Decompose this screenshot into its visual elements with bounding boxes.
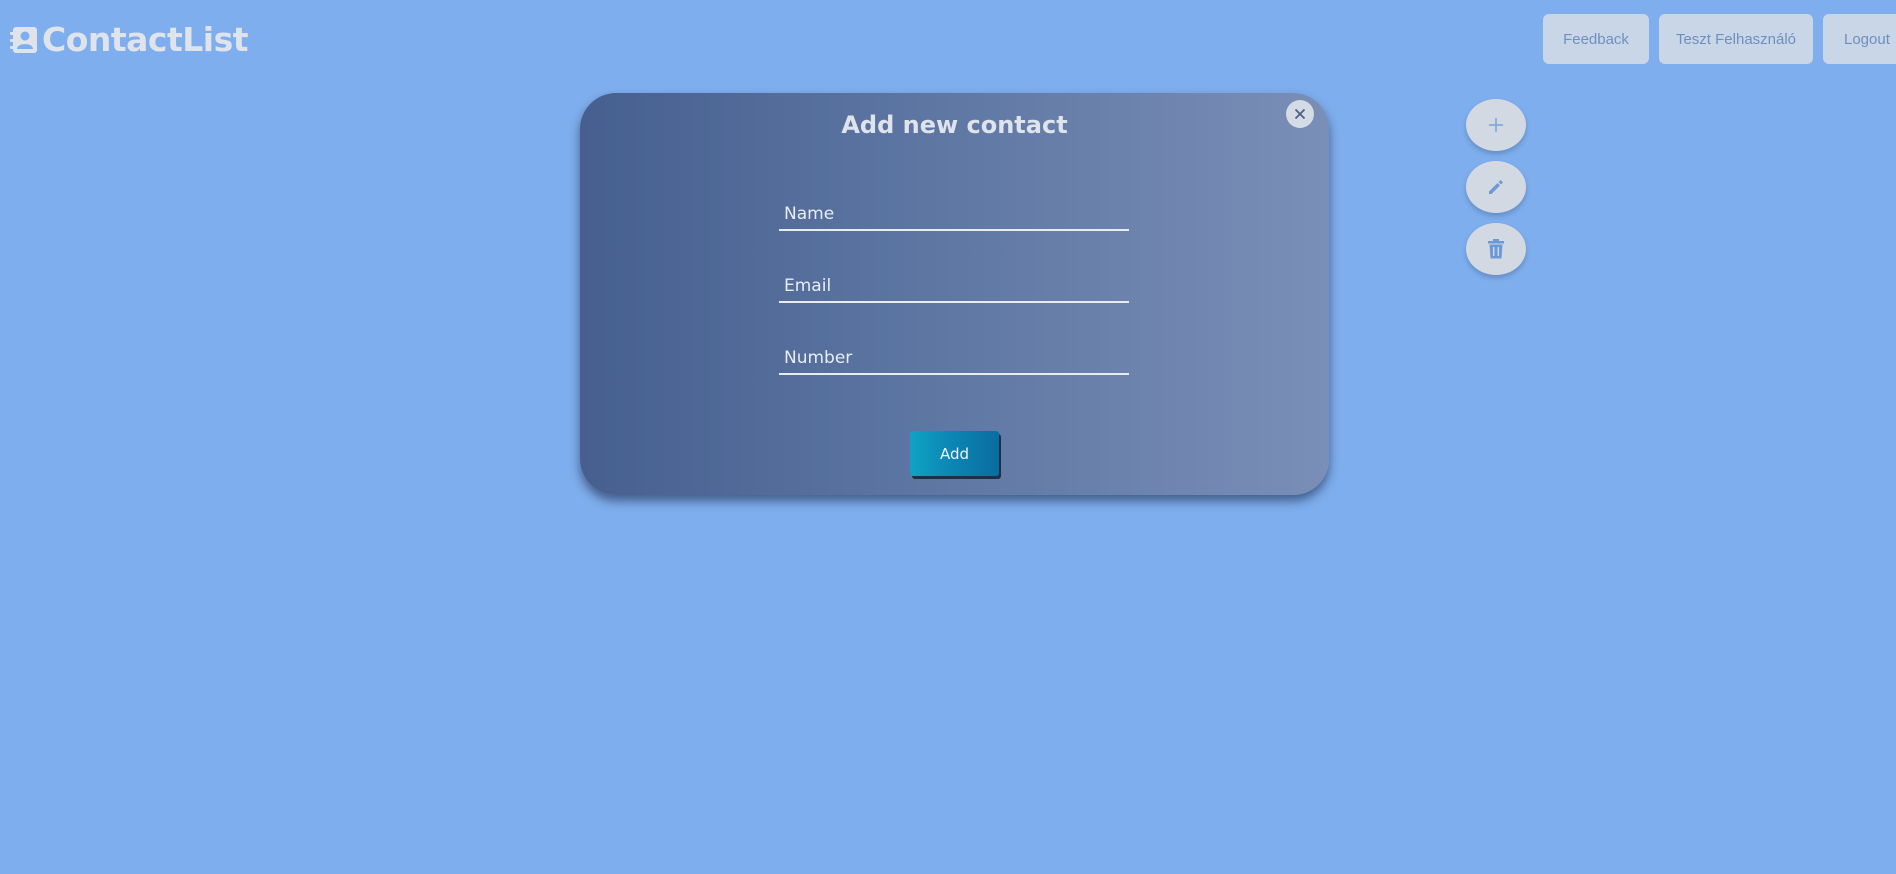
name-field-wrapper	[779, 193, 1129, 231]
pencil-icon	[1489, 180, 1503, 194]
name-input[interactable]	[779, 193, 1129, 229]
close-icon	[1294, 108, 1306, 120]
contact-card-icon	[10, 25, 40, 55]
number-field-wrapper	[779, 337, 1129, 375]
feedback-button[interactable]: Feedback	[1543, 14, 1649, 64]
trash-icon	[1488, 239, 1504, 259]
add-contact-modal: Add new contact Add	[580, 93, 1329, 495]
plus-icon	[1489, 118, 1503, 132]
add-button[interactable]: Add	[910, 431, 999, 476]
email-field-wrapper	[779, 265, 1129, 303]
email-input[interactable]	[779, 265, 1129, 301]
delete-contact-button[interactable]	[1466, 223, 1526, 275]
number-input[interactable]	[779, 337, 1129, 373]
app-title: ContactList	[42, 20, 249, 59]
close-modal-button[interactable]	[1286, 100, 1314, 128]
modal-title: Add new contact	[841, 111, 1068, 139]
user-button[interactable]: Teszt Felhasználó	[1659, 14, 1813, 64]
logout-button[interactable]: Logout	[1823, 14, 1896, 64]
add-contact-button[interactable]	[1466, 99, 1526, 151]
edit-contact-button[interactable]	[1466, 161, 1526, 213]
app-logo: ContactList	[10, 20, 249, 59]
